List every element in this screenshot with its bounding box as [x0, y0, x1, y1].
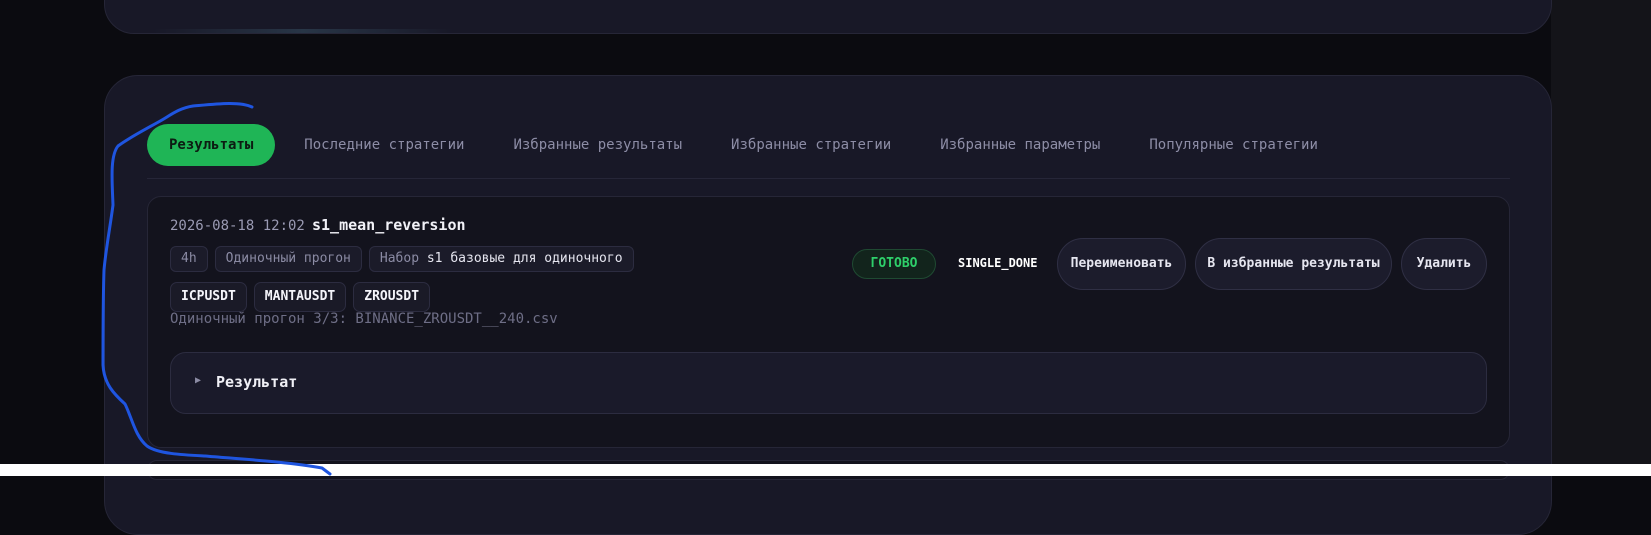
parameter-set-prefix: Набор [379, 251, 420, 266]
mode-chip: Одиночный прогон [214, 246, 362, 272]
ticker-chip: ZROUSDT [353, 282, 431, 312]
timeframe-chip: 4h [170, 246, 208, 272]
rename-button[interactable]: Переименовать [1057, 238, 1186, 290]
run-progress-text: Одиночный прогон 3/3: BINANCE_ZROUSDT__2… [170, 311, 558, 327]
tab-favorite-strategies[interactable]: Избранные стратегии [731, 137, 891, 153]
state-code: SINGLE_DONE [958, 256, 1038, 270]
parameter-set-chip: Набор s1 базовые для одиночного [368, 246, 634, 272]
status-badge: ГОТОВО [852, 249, 936, 279]
page-bottom-area [0, 464, 1651, 476]
tab-favorite-parameters[interactable]: Избранные параметры [940, 137, 1100, 153]
tab-recent-strategies[interactable]: Последние стратегии [304, 137, 464, 153]
panel-glow [153, 29, 453, 33]
tab-favorite-results[interactable]: Избранные результаты [513, 137, 682, 153]
tab-results[interactable]: Результаты [147, 124, 276, 166]
triangle-right-icon: ▶ [195, 375, 202, 386]
page-gutter [1551, 0, 1651, 464]
run-timestamp: 2026-08-18 12:02 [170, 218, 305, 234]
result-label: Результат [216, 373, 298, 391]
parameter-set-value: s1 базовые для одиночного [426, 251, 623, 266]
ticker-list: ICPUSDT MANTAUSDT ZROUSDT [170, 282, 437, 312]
tab-bar: Результаты Последние стратегии Избранные… [147, 124, 1367, 166]
previous-panel [104, 0, 1552, 34]
delete-button[interactable]: Удалить [1401, 238, 1487, 290]
strategy-name: s1_mean_reversion [312, 216, 466, 234]
ticker-chip: MANTAUSDT [253, 282, 347, 312]
ticker-chip: ICPUSDT [170, 282, 247, 312]
tab-popular-strategies[interactable]: Популярные стратегии [1149, 137, 1318, 153]
run-tags: 4h Одиночный прогон Набор s1 базовые для… [170, 246, 641, 272]
tab-divider [147, 178, 1510, 179]
add-to-favorites-button[interactable]: В избранные результаты [1195, 238, 1392, 290]
result-expander[interactable]: ▶ Результат [170, 352, 1487, 414]
